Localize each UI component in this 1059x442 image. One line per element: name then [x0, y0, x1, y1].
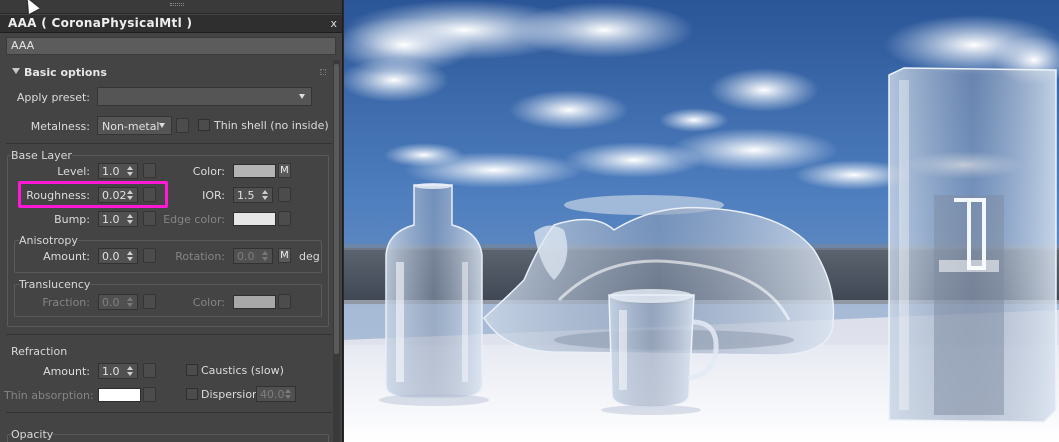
- spinner-arrows-icon[interactable]: [262, 250, 268, 262]
- chevron-down-icon: [299, 94, 305, 99]
- thin-absorption-map-button[interactable]: [143, 387, 156, 402]
- dispersion-checkbox[interactable]: [186, 388, 198, 400]
- basic-options-label: Basic options: [24, 66, 107, 79]
- anisotropy-label: Anisotropy: [19, 234, 78, 247]
- edge-color-label: Edge color:: [163, 213, 225, 226]
- roughness-value: 0.02: [102, 189, 127, 202]
- spinner-arrows-icon[interactable]: [262, 189, 268, 201]
- panel-top-strip: [0, 0, 342, 14]
- rotation-unit: deg: [299, 250, 320, 263]
- spinner-arrows-icon[interactable]: [127, 250, 133, 262]
- ior-map-button[interactable]: [278, 187, 291, 202]
- material-name-field[interactable]: AAA: [6, 37, 336, 55]
- bump-label: Bump:: [54, 213, 90, 226]
- thin-absorption-label: Thin absorption:: [4, 389, 94, 402]
- panel-scrollbar[interactable]: [333, 60, 340, 442]
- roughness-label: Roughness:: [26, 189, 90, 202]
- scrollbar-thumb[interactable]: [334, 64, 339, 354]
- section-divider: [6, 334, 332, 335]
- apply-preset-dropdown[interactable]: [97, 87, 312, 106]
- material-editor-panel: AAA ( CoronaPhysicalMtl ) x AAA Basic op…: [0, 0, 343, 442]
- translucency-color-label: Color:: [192, 296, 225, 309]
- dispersion-spinner[interactable]: 40.0: [256, 386, 296, 402]
- edge-color-swatch[interactable]: [233, 212, 276, 226]
- translucency-color-map-button[interactable]: [278, 294, 291, 309]
- thin-shell-label: Thin shell (no inside): [214, 119, 329, 132]
- ior-spinner[interactable]: 1.5: [233, 187, 273, 203]
- base-color-swatch[interactable]: [233, 164, 276, 178]
- anisotropy-amount-label: Amount:: [43, 250, 90, 263]
- fraction-spinner[interactable]: 0.0: [98, 294, 138, 310]
- metalness-label: Metalness:: [30, 120, 90, 133]
- render-viewport: [344, 0, 1059, 442]
- basic-options-rollout-header[interactable]: Basic options: [6, 64, 332, 82]
- rollout-grip-icon: [320, 69, 326, 75]
- translucency-color-swatch[interactable]: [233, 295, 276, 309]
- metalness-value: Non-metal: [102, 120, 160, 133]
- spinner-arrows-icon[interactable]: [127, 213, 133, 225]
- fraction-label: Fraction:: [42, 296, 90, 309]
- rotation-m-button[interactable]: M: [278, 248, 291, 263]
- dispersion-value: 40.0: [260, 388, 285, 401]
- ior-label: IOR:: [202, 189, 225, 202]
- translucency-label: Translucency: [19, 278, 91, 291]
- rotation-label: Rotation:: [175, 250, 225, 263]
- refraction-label: Refraction: [11, 345, 68, 358]
- thin-absorption-swatch[interactable]: [98, 388, 141, 402]
- close-icon[interactable]: x: [330, 17, 337, 30]
- base-layer-label: Base Layer: [11, 149, 72, 162]
- rotation-spinner[interactable]: 0.0: [233, 248, 273, 264]
- apply-preset-label: Apply preset:: [16, 91, 90, 104]
- anisotropy-amount-spinner[interactable]: 0.0: [98, 248, 138, 264]
- level-value: 1.0: [102, 165, 120, 178]
- section-divider: [6, 143, 332, 144]
- rotation-value: 0.0: [237, 250, 255, 263]
- glass-block: [888, 67, 1057, 423]
- spinner-arrows-icon[interactable]: [127, 365, 133, 377]
- dispersion-label: Dispersion: [201, 388, 260, 401]
- edge-color-map-button[interactable]: [278, 211, 291, 226]
- color-label: Color:: [192, 165, 225, 178]
- rendered-scene: [344, 0, 1059, 442]
- level-label: Level:: [57, 165, 90, 178]
- bump-value: 1.0: [102, 213, 120, 226]
- thin-shell-checkbox[interactable]: [198, 119, 210, 131]
- collapse-triangle-icon[interactable]: [12, 68, 20, 74]
- refraction-amount-value: 1.0: [102, 365, 120, 378]
- metalness-dropdown[interactable]: Non-metal: [97, 116, 172, 135]
- spinner-arrows-icon[interactable]: [127, 189, 133, 201]
- roughness-spinner[interactable]: 0.02: [98, 187, 138, 203]
- caustics-label: Caustics (slow): [201, 364, 284, 377]
- caustics-checkbox[interactable]: [186, 364, 198, 376]
- spinner-arrows-icon[interactable]: [127, 165, 133, 177]
- material-title: AAA ( CoronaPhysicalMtl ): [8, 16, 193, 30]
- anisotropy-amount-value: 0.0: [102, 250, 120, 263]
- metalness-map-button[interactable]: [176, 118, 189, 133]
- level-spinner[interactable]: 1.0: [98, 163, 138, 179]
- material-title-bar: AAA ( CoronaPhysicalMtl ) x: [0, 15, 342, 33]
- opacity-group: [7, 434, 329, 442]
- opacity-label: Opacity: [11, 428, 54, 441]
- spinner-arrows-icon[interactable]: [285, 388, 291, 400]
- refraction-amount-map-button[interactable]: [143, 363, 156, 378]
- color-m-button[interactable]: M: [278, 163, 291, 178]
- bump-spinner[interactable]: 1.0: [98, 211, 138, 227]
- fraction-value: 0.0: [102, 296, 120, 309]
- spinner-arrows-icon[interactable]: [127, 296, 133, 308]
- ior-value: 1.5: [237, 189, 255, 202]
- section-divider: [6, 412, 332, 413]
- refraction-amount-spinner[interactable]: 1.0: [98, 363, 138, 379]
- drag-grip-icon[interactable]: [170, 3, 184, 6]
- chevron-down-icon: [159, 123, 165, 128]
- refraction-amount-label: Amount:: [43, 365, 90, 378]
